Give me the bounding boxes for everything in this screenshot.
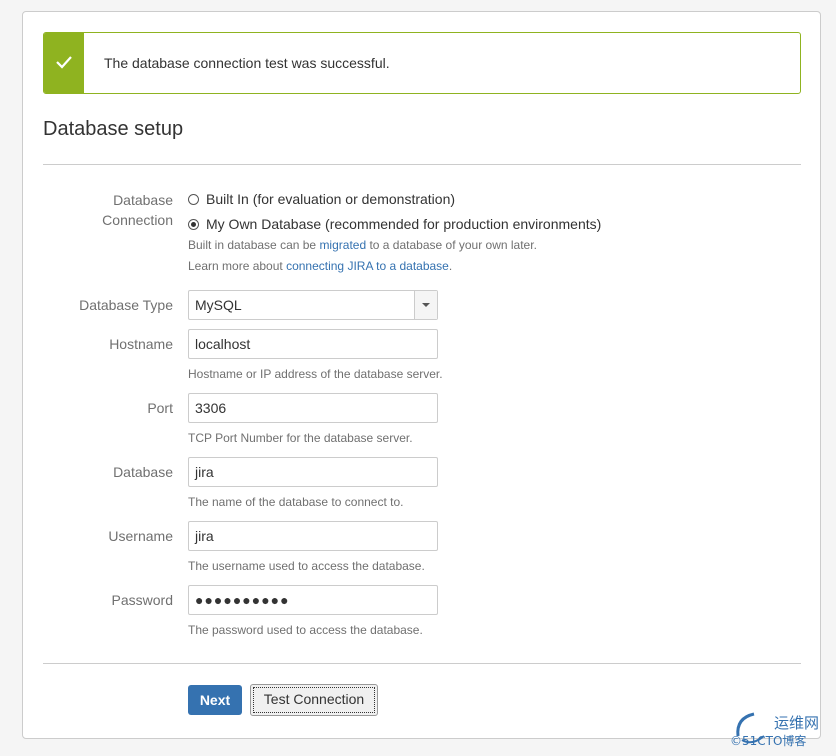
success-text: The database connection test was success… [104,55,390,71]
help1-post: to a database of your own later. [366,238,537,252]
port-help: TCP Port Number for the database server. [188,431,413,445]
checkmark-icon [56,56,72,69]
username-label: Username [108,528,173,544]
radio-own-database-icon[interactable] [188,218,199,230]
watermark: 运维网 ©51CTO博客 [730,708,836,756]
hostname-label: Hostname [109,336,173,352]
divider-bottom [43,663,801,664]
username-input[interactable]: jira [188,521,438,551]
connecting-jira-link[interactable]: connecting JIRA to a database [286,259,449,273]
password-input[interactable]: ●●●●●●●●●● [188,585,438,615]
success-icon-box [44,33,84,93]
password-help: The password used to access the database… [188,623,423,637]
connection-label-2: Connection [102,212,173,228]
username-help: The username used to access the database… [188,559,425,573]
watermark-cn-text: 运维网 [774,714,820,732]
success-message: The database connection test was success… [43,32,801,94]
connection-help-2: Learn more about connecting JIRA to a da… [188,259,452,273]
database-input[interactable]: jira [188,457,438,487]
page-title: Database setup [43,118,184,140]
hostname-help: Hostname or IP address of the database s… [188,367,443,381]
port-input[interactable]: 3306 [188,393,438,423]
migrated-link[interactable]: migrated [319,238,366,252]
next-button[interactable]: Next [188,685,242,715]
db-type-label: Database Type [79,297,173,313]
chevron-down-icon[interactable] [414,291,437,319]
hostname-input[interactable]: localhost [188,329,438,359]
password-label: Password [111,592,173,608]
db-type-select[interactable]: MySQL [188,290,438,320]
database-help: The name of the database to connect to. [188,495,404,509]
help2-post: . [448,259,453,273]
db-type-value: MySQL [195,297,242,313]
connection-help-1: Built in database can be migrated to a d… [188,238,537,252]
help2-pre: Learn more about [188,259,287,273]
radio-own-database[interactable]: My Own Database (recommended for product… [188,216,601,232]
radio-built-in-label: Built In (for evaluation or demonstratio… [206,191,456,207]
radio-built-in[interactable]: Built In (for evaluation or demonstratio… [188,191,455,207]
radio-built-in-icon[interactable] [188,193,199,205]
help1-pre: Built in database can be [188,238,320,252]
connection-label-1: Database [113,192,173,208]
port-label: Port [147,400,173,416]
watermark-en-text: ©51CTO博客 [730,734,807,748]
divider-top [43,164,801,165]
test-connection-button[interactable]: Test Connection [250,684,378,716]
radio-own-database-label: My Own Database (recommended for product… [206,216,602,232]
database-label: Database [113,464,173,480]
